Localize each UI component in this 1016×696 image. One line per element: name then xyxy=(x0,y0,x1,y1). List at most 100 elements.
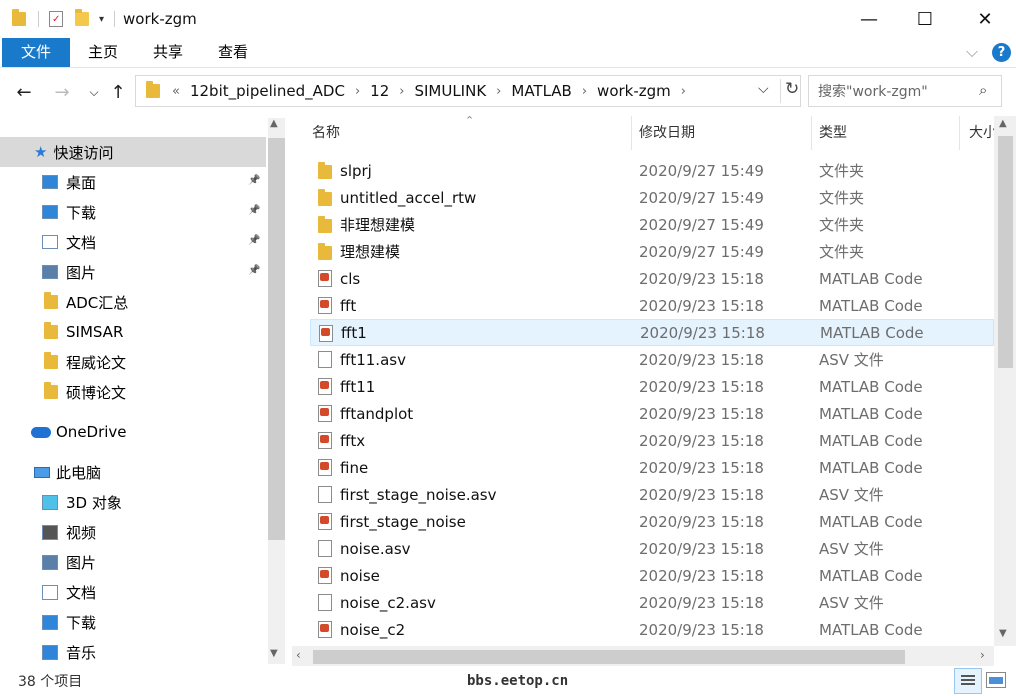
column-divider[interactable] xyxy=(811,116,812,150)
sidebar-item[interactable]: 下载 📌 xyxy=(0,197,266,227)
column-divider[interactable] xyxy=(959,116,960,150)
sidebar-item[interactable]: 3D 对象 xyxy=(0,487,266,517)
maximize-button[interactable]: ☐ xyxy=(902,0,948,38)
file-row[interactable]: 非理想建模 2020/9/27 15:49 文件夹 xyxy=(310,211,994,238)
sidebar-item[interactable]: 视频 xyxy=(0,517,266,547)
scroll-up-icon[interactable]: ▲ xyxy=(999,118,1007,129)
nav-label: 音乐 xyxy=(66,643,97,662)
sidebar-item[interactable]: ADC汇总 xyxy=(0,287,266,317)
refresh-icon[interactable]: ↻ xyxy=(780,79,799,103)
file-row[interactable]: first_stage_noise 2020/9/23 15:18 MATLAB C… xyxy=(310,508,994,535)
sidebar-item[interactable]: 桌面 📌 xyxy=(0,167,266,197)
nav-quick-access[interactable]: ★ 快速访问 xyxy=(0,137,266,167)
file-row[interactable]: untitled_accel_rtw 2020/9/27 15:49 文件夹 xyxy=(310,184,994,211)
file-date: 2020/9/23 15:18 xyxy=(639,593,764,612)
details-view-icon[interactable] xyxy=(954,668,982,694)
nav-onedrive[interactable]: OneDrive xyxy=(0,417,266,447)
sidebar-item[interactable]: 图片 📌 xyxy=(0,257,266,287)
search-input[interactable]: 搜索"work-zgm" ⌕ xyxy=(808,75,1002,107)
ribbon-tabs: 文件 主页 共享 查看 ⌵ ? xyxy=(0,38,1016,68)
file-row[interactable]: fft11 2020/9/23 15:18 MATLAB Code xyxy=(310,373,994,400)
computer-icon xyxy=(34,466,50,478)
up-arrow-icon[interactable]: ↑ xyxy=(106,80,130,104)
scroll-down-icon[interactable]: ▼ xyxy=(999,628,1007,639)
chevron-right-icon[interactable]: › xyxy=(496,84,501,99)
customize-toolbar-icon[interactable]: ▾ xyxy=(99,14,104,25)
close-button[interactable]: ✕ xyxy=(962,0,1008,38)
pictures-icon xyxy=(42,265,58,279)
sidebar-item[interactable]: 音乐 xyxy=(0,637,266,664)
large-icons-view-icon[interactable] xyxy=(986,672,1006,688)
tab-home[interactable]: 主页 xyxy=(70,38,136,67)
help-icon[interactable]: ? xyxy=(992,43,1011,62)
file-row[interactable]: fftandplot 2020/9/23 15:18 MATLAB Code xyxy=(310,400,994,427)
file-row[interactable]: noise 2020/9/23 15:18 MATLAB Code xyxy=(310,562,994,589)
column-divider[interactable] xyxy=(631,116,632,150)
tab-view[interactable]: 查看 xyxy=(200,38,266,67)
pictures-icon xyxy=(42,554,58,570)
column-header-type[interactable]: 类型 xyxy=(819,116,847,150)
breadcrumb-item[interactable]: work-zgm xyxy=(597,82,671,100)
scroll-right-icon[interactable]: › xyxy=(980,648,985,662)
file-row[interactable]: noise.asv 2020/9/23 15:18 ASV 文件 xyxy=(310,535,994,562)
file-row[interactable]: slprj 2020/9/27 15:49 文件夹 xyxy=(310,157,994,184)
download-icon xyxy=(42,614,58,630)
column-header-name[interactable]: 名称 xyxy=(312,116,340,150)
sidebar-item[interactable]: 图片 xyxy=(0,547,266,577)
pin-icon[interactable]: 📌 xyxy=(248,265,260,277)
file-row[interactable]: cls 2020/9/23 15:18 MATLAB Code xyxy=(310,265,994,292)
chevron-right-icon[interactable]: › xyxy=(582,84,587,99)
scroll-thumb[interactable] xyxy=(998,136,1013,368)
tab-file[interactable]: 文件 xyxy=(2,38,70,67)
file-list: ⌃ 名称 修改日期 类型 大小 slprj 2020/9/27 15:49 文件夹 u… xyxy=(290,116,1016,646)
file-row[interactable]: 理想建模 2020/9/27 15:49 文件夹 xyxy=(310,238,994,265)
nav-pane-scrollbar[interactable]: ▲ ▼ xyxy=(268,118,285,664)
file-row[interactable]: fft11.asv 2020/9/23 15:18 ASV 文件 xyxy=(310,346,994,373)
back-arrow-icon[interactable]: ← xyxy=(12,80,36,104)
scroll-thumb[interactable] xyxy=(313,650,905,664)
forward-arrow-icon[interactable]: → xyxy=(50,80,74,104)
expand-ribbon-icon[interactable]: ⌵ xyxy=(966,42,978,62)
sidebar-item[interactable]: SIMSAR xyxy=(0,317,266,347)
sidebar-item[interactable]: 下载 xyxy=(0,607,266,637)
column-header-date[interactable]: 修改日期 xyxy=(639,116,695,150)
sidebar-item[interactable]: 程威论文 xyxy=(0,347,266,377)
scroll-left-icon[interactable]: ‹ xyxy=(296,648,301,662)
file-icon xyxy=(318,594,332,611)
address-history-dropdown-icon[interactable]: ⌵ xyxy=(758,81,769,97)
chevron-right-icon[interactable]: › xyxy=(355,84,360,99)
file-row[interactable]: fft 2020/9/23 15:18 MATLAB Code xyxy=(310,292,994,319)
sidebar-item[interactable]: 文档 📌 xyxy=(0,227,266,257)
pin-icon[interactable]: 📌 xyxy=(248,235,260,247)
scroll-up-icon[interactable]: ▲ xyxy=(270,118,278,129)
chevron-right-icon[interactable]: › xyxy=(681,84,686,99)
overflow-icon[interactable]: « xyxy=(172,84,180,99)
file-row[interactable]: fftx 2020/9/23 15:18 MATLAB Code xyxy=(310,427,994,454)
sidebar-item[interactable]: 硕博论文 xyxy=(0,377,266,407)
sidebar-item[interactable]: 文档 xyxy=(0,577,266,607)
file-row[interactable]: noise_c2 2020/9/23 15:18 MATLAB Code xyxy=(310,616,994,643)
scroll-thumb[interactable] xyxy=(268,138,285,540)
file-row[interactable]: fft1 2020/9/23 15:18 MATLAB Code xyxy=(310,319,994,346)
minimize-button[interactable]: — xyxy=(846,0,892,38)
address-bar[interactable]: « 12bit_pipelined_ADC › 12 › SIMULINK › … xyxy=(135,75,801,107)
pin-icon[interactable]: 📌 xyxy=(248,205,260,217)
new-folder-icon[interactable] xyxy=(75,9,89,26)
file-row[interactable]: fine 2020/9/23 15:18 MATLAB Code xyxy=(310,454,994,481)
scroll-down-icon[interactable]: ▼ xyxy=(270,648,278,659)
file-row[interactable]: noise_c2.asv 2020/9/23 15:18 ASV 文件 xyxy=(310,589,994,616)
breadcrumb-item[interactable]: 12 xyxy=(370,82,389,100)
file-row[interactable]: first_stage_noise.asv 2020/9/23 15:18 ASV … xyxy=(310,481,994,508)
recent-locations-chevron-icon[interactable]: ⌵ xyxy=(82,80,106,104)
properties-icon[interactable]: ✓ xyxy=(49,11,63,27)
nav-this-pc[interactable]: 此电脑 xyxy=(0,457,266,487)
breadcrumb-item[interactable]: MATLAB xyxy=(511,82,571,100)
search-icon[interactable]: ⌕ xyxy=(979,81,987,99)
breadcrumb-item[interactable]: 12bit_pipelined_ADC xyxy=(190,82,345,100)
pin-icon[interactable]: 📌 xyxy=(248,175,260,187)
file-type: MATLAB Code xyxy=(819,404,923,423)
breadcrumb-item[interactable]: SIMULINK xyxy=(414,82,486,100)
column-header-size[interactable]: 大小 xyxy=(969,116,997,150)
tab-share[interactable]: 共享 xyxy=(135,38,201,67)
chevron-right-icon[interactable]: › xyxy=(399,84,404,99)
